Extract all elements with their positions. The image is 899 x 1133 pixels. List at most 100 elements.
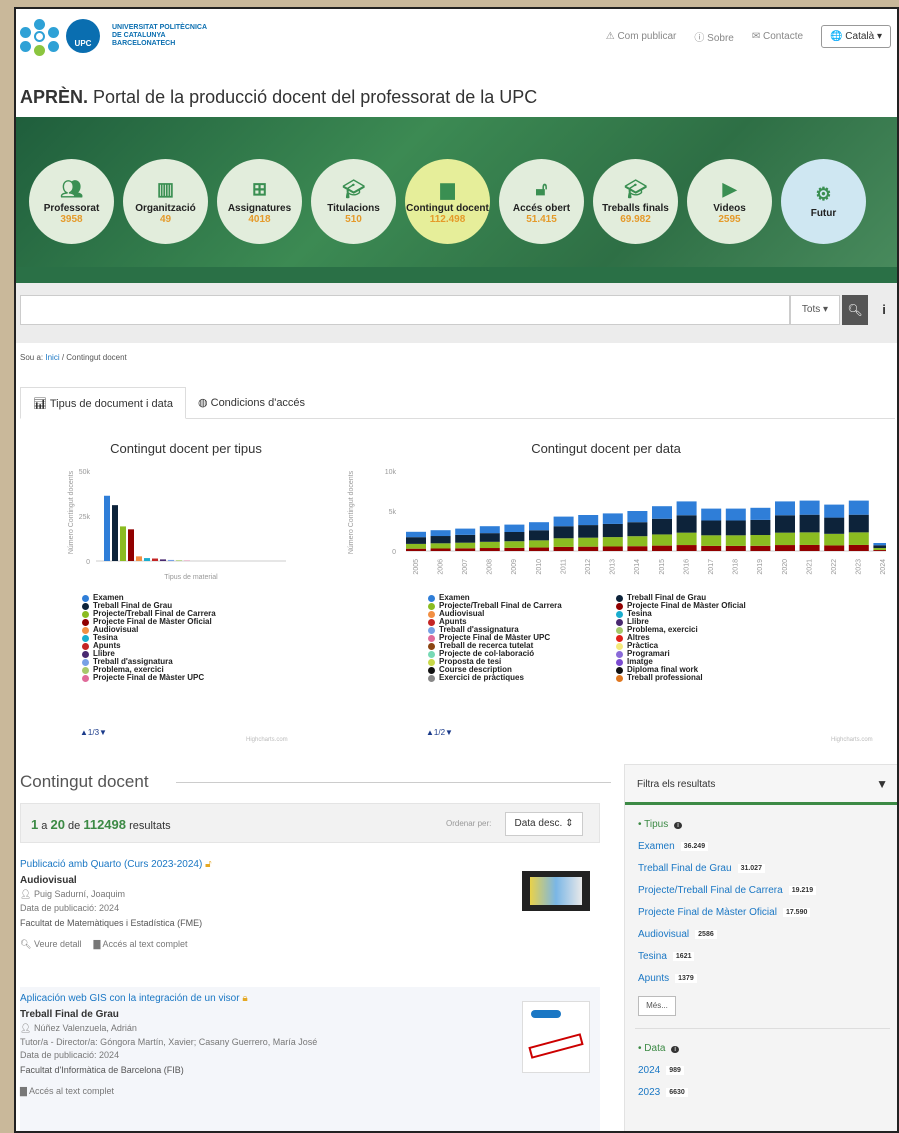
users-icon: 👥︎ [60,178,83,199]
bar-2008-seg2 [479,533,500,542]
circle-label: Videos [713,202,746,214]
filter-item[interactable]: 2023 6630 [638,1087,897,1098]
bar-2023-seg0 [848,544,869,551]
circle-futur[interactable]: ⚙ Futur [781,159,866,244]
x-tick-label: 2007 [462,559,469,575]
bar-2008-seg0 [479,548,500,551]
bar-2018-seg2 [725,520,746,536]
filter-item[interactable]: 2024 989 [638,1065,897,1076]
breadcrumb-home[interactable]: Inici [45,353,59,362]
result-thumbnail[interactable] [522,871,590,911]
circle-label: Accés obert [512,202,571,214]
info-button[interactable]: i [872,295,896,325]
filter-item[interactable]: Examen 36.249 [638,841,897,852]
bar-2006-seg0 [430,548,451,551]
legend-dot-icon [616,594,623,602]
filter-data-list: 2024 989 2023 6630 [625,1065,897,1098]
filter-item[interactable]: Treball Final de Grau 31.027 [638,863,897,874]
chart-icon: 📊︎ [33,398,47,410]
result-actions: 🔍︎ Veure detall ▇ Accés al text complet [20,939,600,950]
tab-tipus-data[interactable]: 📊︎ Tipus de document i data [20,387,186,419]
x-tick-label: 2016 [683,559,690,575]
filter-item[interactable]: Audiovisual 2586 [638,929,897,940]
x-tick-label: 2011 [560,559,567,574]
bar-2012-seg2 [578,525,599,538]
circle-acc-s-obert[interactable]: 🔓︎ Accés obert 51.415 [499,159,584,244]
x-tick-label: 2019 [757,559,764,575]
bar-2017-seg3 [701,508,722,521]
legend-item[interactable]: Treball professional [616,674,746,682]
legend-item[interactable]: Exercici de pràctiques [428,674,562,682]
legend-dot-icon [82,602,89,610]
circle-count: 3958 [60,213,83,225]
view-detail-link[interactable]: 🔍︎ Veure detall [20,939,82,950]
circle-professorat[interactable]: 👥︎ Professorat 3958 [29,159,114,244]
filter-group-data[interactable]: • Data i [638,1043,897,1054]
filter-item[interactable]: Projecte Final de Màster Oficial 17.590 [638,907,897,918]
category-circles: 👥︎ Professorat 3958 ▥ Organització 49 ⊞ Assigna… [29,159,866,244]
result-title[interactable]: Publicació amb Quarto (Curs 2023-2024) 🔓… [20,859,600,870]
bar-2019-seg0 [750,545,771,551]
language-select[interactable]: 🌐 Català ▾ [821,25,891,48]
result-item: Publicació amb Quarto (Curs 2023-2024) 🔓… [20,859,600,950]
legend-dot-icon [616,658,623,666]
search-input[interactable] [20,295,790,325]
upc-logo[interactable]: UPC UNIVERSITAT POLITÈCNICA DE CATALUNYA… [20,19,207,56]
search-scope-select[interactable]: Tots ▾ [790,295,840,325]
search-button[interactable]: 🔍︎ [842,295,868,325]
bar-2012-seg1 [578,537,599,547]
circle-count: 510 [345,213,362,225]
nav-com-publicar[interactable]: ⚠ Com publicar [606,31,677,42]
fulltext-link[interactable]: ▇ Accés al text complet [94,939,188,950]
bar-2010-seg2 [529,530,549,541]
gear-icon: ⚙ [815,184,832,204]
more-button[interactable]: Més... [638,996,676,1016]
filter-count: 31.027 [737,864,765,873]
chart2-pager[interactable]: ▲1/2▼ [426,728,453,737]
result-title[interactable]: Aplicación web GIS con la integración de… [20,993,600,1004]
bar-2011-seg3 [553,516,574,527]
circle-count: 69.982 [620,213,651,225]
circle-titulacions[interactable]: 🎓︎ Titulacions 510 [311,159,396,244]
chart1-pager[interactable]: ▲1/3▼ [80,728,107,737]
circle-contingut-docent[interactable]: ▆ Contingut docent 112.498 [405,159,490,244]
legend-dot-icon [82,626,89,634]
legend-dot-icon [82,634,89,642]
legend-dot-icon [428,594,435,602]
bar-2020-seg3 [775,501,795,516]
circle-videos[interactable]: ▶ Videos 2595 [687,159,772,244]
result-thumbnail[interactable] [522,1001,590,1073]
chart1-legend: Examen Treball Final de Grau Projecte/Treb… [82,594,216,722]
filter-group-tipus[interactable]: • Tipus i [638,819,897,830]
bar-2007-seg3 [455,528,476,535]
circle-assignatures[interactable]: ⊞ Assignatures 4018 [217,159,302,244]
bar-2021-seg3 [799,500,820,515]
nav-contacte[interactable]: ✉ Contacte [752,31,803,42]
bar-2019-seg2 [750,519,771,536]
filter-item[interactable]: Tesina 1621 [638,951,897,962]
legend-item[interactable]: Projecte Final de Màster UPC [82,674,216,682]
bar-2016-seg1 [676,532,697,546]
cap-icon: 🎓︎ [624,178,647,199]
building-icon: ▥ [156,178,174,199]
bar-2024-seg2 [873,545,886,549]
x-tick-label: 2012 [585,559,592,575]
x-tick-label: 2013 [610,559,617,575]
result-tutor: Tutor/a - Director/a: Góngora Martín, Xa… [20,1037,318,1047]
filter-item[interactable]: Apunts 1379 [638,973,897,984]
fulltext-link[interactable]: ▇ Accés al text complet [20,1086,114,1097]
results-count: 1 a 20 de 112498 resultats [31,817,171,832]
filter-item[interactable]: Projecte/Treball Final de Carrera 19.219 [638,885,897,896]
x-tick-label: 2017 [708,559,715,575]
bar-2010-seg1 [529,540,549,548]
order-select[interactable]: Data desc. ⇕ [505,812,583,836]
circle-label: Treballs finals [602,202,669,214]
tab-condicions[interactable]: ◍ Condicions d'accés [186,387,317,418]
circle-treballs-finals[interactable]: 🎓︎ Treballs finals 69.982 [593,159,678,244]
x-tick-label: 2005 [413,559,420,575]
result-author[interactable]: 👤︎ Núñez Valenzuela, Adrián [20,1023,600,1034]
circle-organitzaci[interactable]: ▥ Organització 49 [123,159,208,244]
bar-2016-seg0 [676,545,697,551]
nav-sobre[interactable]: ⓘ Sobre [694,29,733,44]
result-author[interactable]: 👤︎ Puig Sadurní, Joaquim [20,889,600,900]
